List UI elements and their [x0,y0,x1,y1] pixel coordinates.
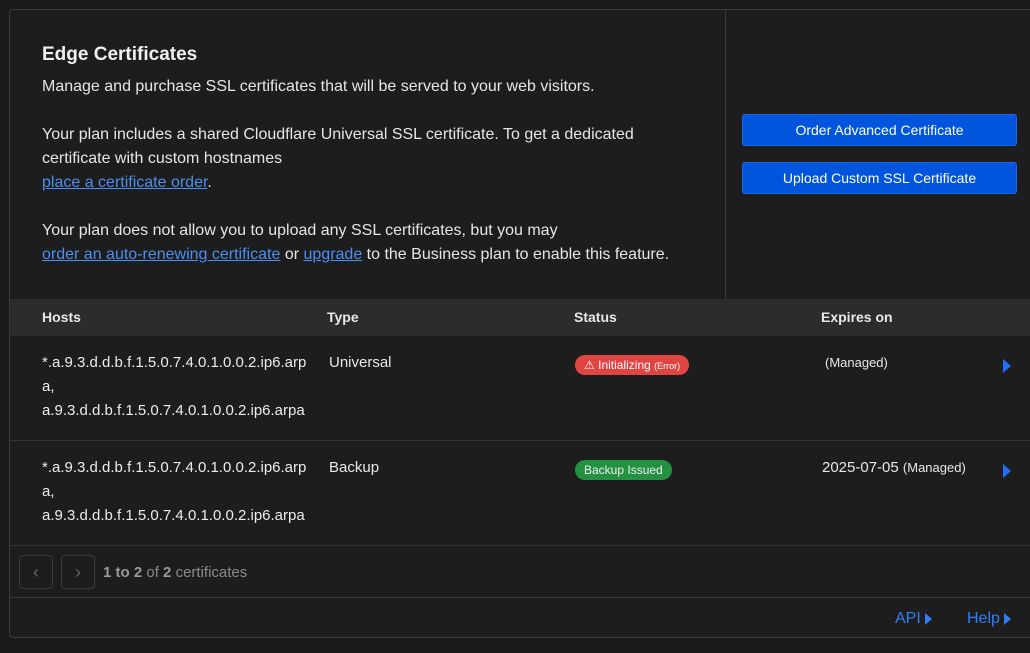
chevron-right-icon: › [75,561,81,582]
next-page-button[interactable]: › [61,555,95,589]
api-label: API [895,610,921,627]
help-label: Help [967,610,1000,627]
api-link[interactable]: API [895,610,932,628]
col-hosts: Hosts [42,309,81,325]
col-type: Type [327,309,359,325]
col-status: Status [574,309,617,325]
expand-arrow-icon[interactable] [1003,359,1011,373]
pagination-info: 1 to 2 of 2 certificates [103,564,247,581]
hosts-cell: *.a.9.3.d.d.b.f.1.5.0.7.4.0.1.0.0.2.ip6.… [42,351,312,423]
prev-page-button[interactable]: ‹ [19,555,53,589]
type-cell: Backup [329,459,380,476]
host-wildcard: *.a.9.3.d.d.b.f.1.5.0.7.4.0.1.0.0.2.ip6.… [42,354,307,395]
page-title: Edge Certificates [42,44,198,65]
plan-paragraph: Your plan includes a shared Cloudflare U… [42,123,702,195]
edge-certificates-card: Edge Certificates Manage and purchase SS… [9,9,1030,638]
page-total: 2 [163,564,172,581]
auto-renewing-link[interactable]: order an auto-renewing certificate [42,246,280,263]
order-advanced-certificate-button[interactable]: Order Advanced Certificate [742,114,1017,146]
header-text: Edge Certificates Manage and purchase SS… [42,44,702,267]
place-order-link[interactable]: place a certificate order [42,174,207,191]
caret-right-icon [924,613,932,625]
caret-right-icon [1003,613,1011,625]
plan-end: . [207,174,212,191]
hosts-cell: *.a.9.3.d.d.b.f.1.5.0.7.4.0.1.0.0.2.ip6.… [42,456,312,528]
status-badge: ⚠ Initializing (Error) [575,355,690,375]
type-cell: Universal [329,354,392,371]
vertical-divider [725,10,726,299]
table-row[interactable]: *.a.9.3.d.d.b.f.1.5.0.7.4.0.1.0.0.2.ip6.… [10,336,1030,441]
card-header: Edge Certificates Manage and purchase SS… [10,10,1030,299]
help-link[interactable]: Help [967,610,1011,628]
upload-paragraph: Your plan does not allow you to upload a… [42,219,702,267]
status-note: (Error) [654,361,681,371]
page-range: 1 to 2 [103,564,143,581]
table-header: Hosts Type Status Expires on [10,299,1030,336]
expires-date: 2025-07-05 [822,459,899,476]
managed-label: (Managed) [825,355,888,370]
page-of: of [146,564,159,581]
expires-cell: (Managed) [825,351,888,375]
description: Manage and purchase SSL certificates tha… [42,78,595,95]
upload-custom-ssl-button[interactable]: Upload Custom SSL Certificate [742,162,1017,194]
upgrade-link[interactable]: upgrade [304,246,363,263]
warning-icon: ⚠ [584,358,595,372]
table-row[interactable]: *.a.9.3.d.d.b.f.1.5.0.7.4.0.1.0.0.2.ip6.… [10,441,1030,546]
status-badge: Backup Issued [575,460,672,480]
col-expires: Expires on [821,309,893,325]
chevron-left-icon: ‹ [33,561,39,582]
managed-label: (Managed) [902,460,966,475]
page-unit: certificates [175,564,248,581]
host-apex: a.9.3.d.d.b.f.1.5.0.7.4.0.1.0.0.2.ip6.ar… [42,402,305,419]
upload-end: to the Business plan to enable this feat… [366,246,670,263]
plan-text: Your plan includes a shared Cloudflare U… [42,126,634,167]
host-wildcard: *.a.9.3.d.d.b.f.1.5.0.7.4.0.1.0.0.2.ip6.… [42,459,307,500]
pagination: ‹ › 1 to 2 of 2 certificates [10,546,1030,598]
upload-or: or [284,246,300,263]
status-label: Initializing [598,358,651,372]
host-apex: a.9.3.d.d.b.f.1.5.0.7.4.0.1.0.0.2.ip6.ar… [42,507,305,524]
upload-text: Your plan does not allow you to upload a… [42,222,558,239]
expand-arrow-icon[interactable] [1003,464,1011,478]
expires-cell: 2025-07-05 (Managed) [822,456,966,480]
